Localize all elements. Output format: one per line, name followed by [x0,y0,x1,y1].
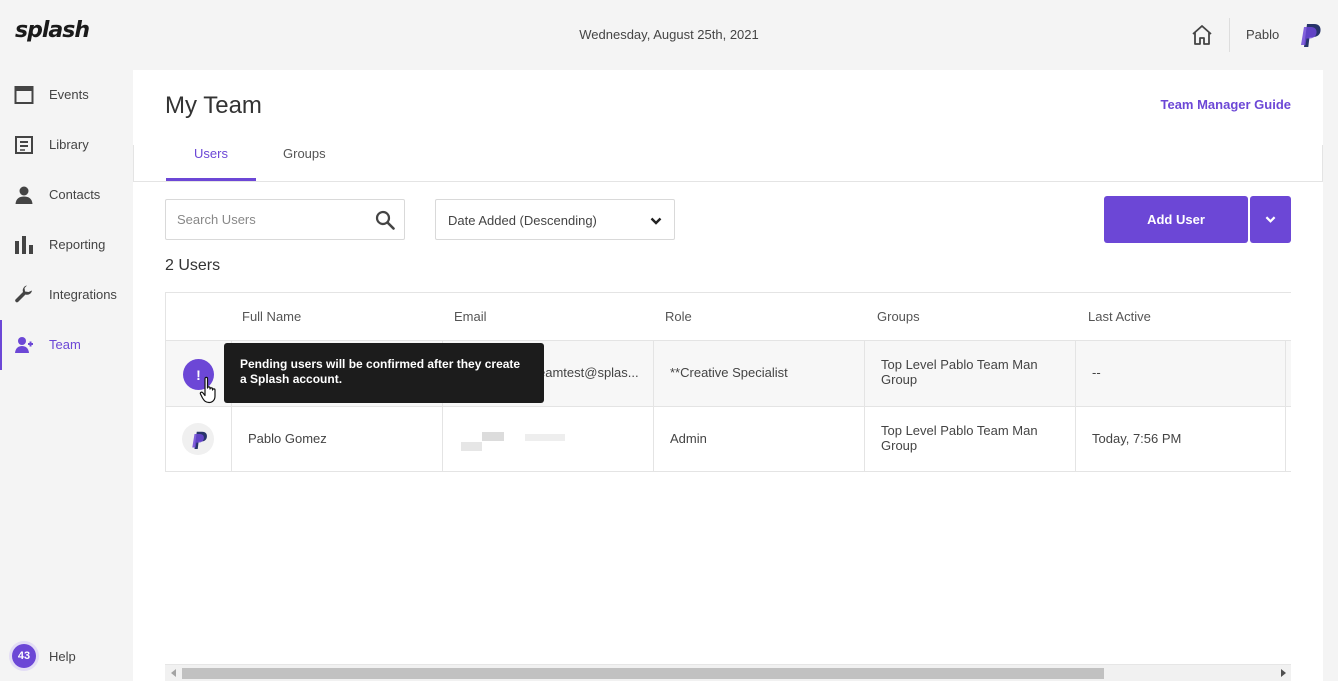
pending-tooltip: Pending users will be confirmed after th… [224,343,544,403]
last-active: Today, 7:56 PM [1092,431,1182,446]
full-name-cell: Pablo Gomez [231,407,442,472]
chevron-down-icon [650,217,662,225]
column-header-email[interactable]: Email [454,309,487,324]
role-cell: Admin [653,407,864,472]
full-name: Pablo Gomez [248,431,327,446]
add-user-dropdown-button[interactable] [1250,196,1291,243]
email: eamtest@splas... [538,365,639,380]
team-icon [15,337,33,353]
sidebar-item-events[interactable]: Events [0,70,133,120]
sidebar-item-integrations[interactable]: Integrations [0,270,133,320]
sort-select-value: Date Added (Descending) [448,213,597,228]
sidebar-item-label: Team [49,337,81,352]
role: **Creative Specialist [670,365,788,380]
scroll-right-icon[interactable] [1279,669,1287,677]
home-icon[interactable] [1190,23,1214,47]
sidebar-item-label: Contacts [49,187,101,202]
sidebar-item-reporting[interactable]: Reporting [0,220,133,270]
user-name[interactable]: Pablo [1246,27,1279,42]
tabs-border [133,145,134,182]
tab-users[interactable]: Users [166,146,256,181]
sidebar-item-label: Reporting [49,237,106,252]
sidebar-item-label: Integrations [49,287,117,302]
column-header-full-name[interactable]: Full Name [242,309,301,324]
tab-groups[interactable]: Groups [283,146,327,181]
user-count: 2 Users [165,257,221,274]
add-user-button[interactable]: Add User [1104,196,1248,243]
tabs-border [1322,145,1323,182]
sort-select[interactable]: Date Added (Descending) [435,199,675,240]
current-date: Wednesday, August 25th, 2021 [579,27,759,42]
redacted-email [461,442,482,451]
table-row[interactable]: Pablo Gomez Admin Top Level Pablo Team M… [165,406,1291,472]
top-divider [1229,18,1230,52]
calendar-icon [14,86,34,104]
help-button[interactable]: 43 Help [0,640,133,674]
sidebar-item-contacts[interactable]: Contacts [0,170,133,220]
hand-cursor-icon [199,376,216,404]
groups: Top Level Pablo Team Man Group [881,423,1038,453]
last-active-cell: Today, 7:56 PM [1075,407,1286,472]
search-icon[interactable] [375,210,395,230]
redacted-email [525,434,565,441]
bar-chart-icon [15,236,33,254]
page-title: My Team [165,92,262,119]
wrench-icon [15,285,32,303]
sidebar-item-library[interactable]: Library [0,120,133,170]
redacted-email [482,432,504,441]
groups: Top Level Pablo Team Man Group [881,357,1038,387]
paypal-avatar-icon [192,431,207,449]
help-label: Help [49,649,76,664]
last-active-cell: -- [1075,341,1286,406]
groups-cell: Top Level Pablo Team Man Group [864,341,1075,406]
sidebar: Events Library Contacts Reporting Integr… [0,70,133,681]
email-cell [442,407,653,472]
search-input[interactable] [166,200,366,239]
column-header-role[interactable]: Role [665,309,692,324]
top-bar: splash Wednesday, August 25th, 2021 Pabl… [0,0,1338,70]
tabs-divider [133,181,1323,182]
scrollbar-thumb[interactable] [182,668,1104,679]
role-cell: **Creative Specialist [653,341,864,406]
column-header-groups[interactable]: Groups [877,309,920,324]
help-badge: 43 [12,644,36,668]
groups-cell: Top Level Pablo Team Man Group [864,407,1075,472]
person-icon [15,186,33,204]
search-field [165,199,405,240]
avatar-cell [165,407,231,472]
status-cell: ! [165,341,231,406]
chevron-down-icon [1265,216,1276,223]
scroll-left-icon[interactable] [170,669,178,677]
horizontal-scrollbar[interactable] [165,664,1291,681]
sidebar-item-label: Events [49,87,89,102]
column-header-last-active[interactable]: Last Active [1088,309,1151,324]
user-avatar-icon[interactable] [1298,21,1322,49]
sidebar-item-team[interactable]: Team [0,320,133,370]
avatar [182,423,214,455]
library-icon [15,136,33,154]
sidebar-item-label: Library [49,137,89,152]
table-header: Full Name Email Role Groups Last Active [165,292,1291,340]
role: Admin [670,431,707,446]
team-manager-guide-link[interactable]: Team Manager Guide [1160,97,1291,112]
last-active: -- [1092,365,1101,380]
